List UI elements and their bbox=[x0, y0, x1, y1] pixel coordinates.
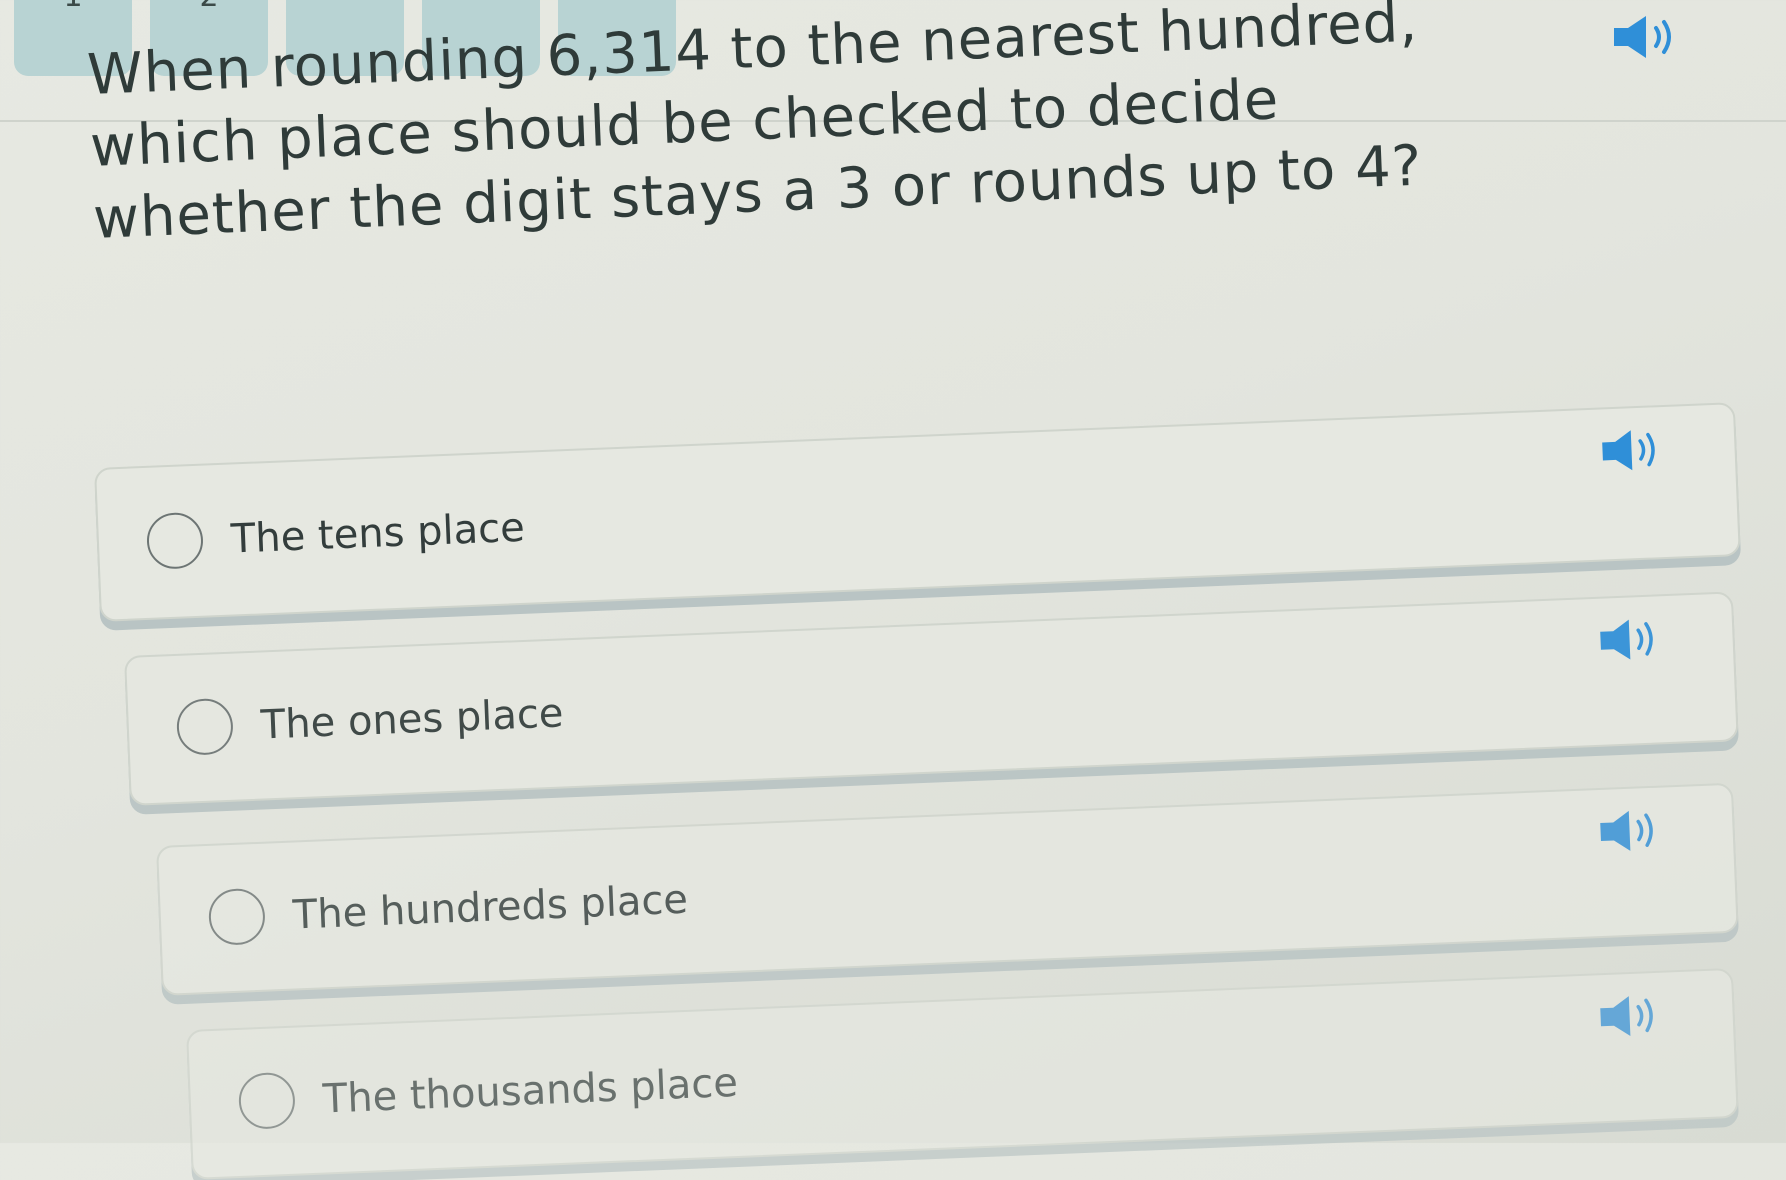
answer-option[interactable]: The hundreds place bbox=[156, 782, 1739, 996]
answer-option[interactable]: The tens place bbox=[94, 402, 1741, 622]
radio-button[interactable] bbox=[175, 697, 235, 756]
answer-option-label: The ones place bbox=[259, 690, 565, 749]
speaker-icon[interactable] bbox=[1598, 427, 1666, 474]
radio-button[interactable] bbox=[145, 511, 205, 570]
answer-option[interactable]: The ones place bbox=[124, 591, 1739, 806]
speaker-icon[interactable] bbox=[1596, 616, 1664, 663]
radio-button[interactable] bbox=[237, 1071, 297, 1130]
radio-button[interactable] bbox=[207, 887, 267, 946]
answer-option-label: The tens place bbox=[230, 504, 526, 563]
speaker-icon[interactable] bbox=[1596, 808, 1664, 855]
answer-option-label: The hundreds place bbox=[291, 876, 689, 939]
answer-options: The tens place The ones place The hundre… bbox=[0, 0, 1786, 1180]
answer-option-label: The thousands place bbox=[321, 1059, 739, 1123]
speaker-icon[interactable] bbox=[1596, 993, 1664, 1040]
answer-option[interactable]: The thousands place bbox=[186, 967, 1739, 1180]
